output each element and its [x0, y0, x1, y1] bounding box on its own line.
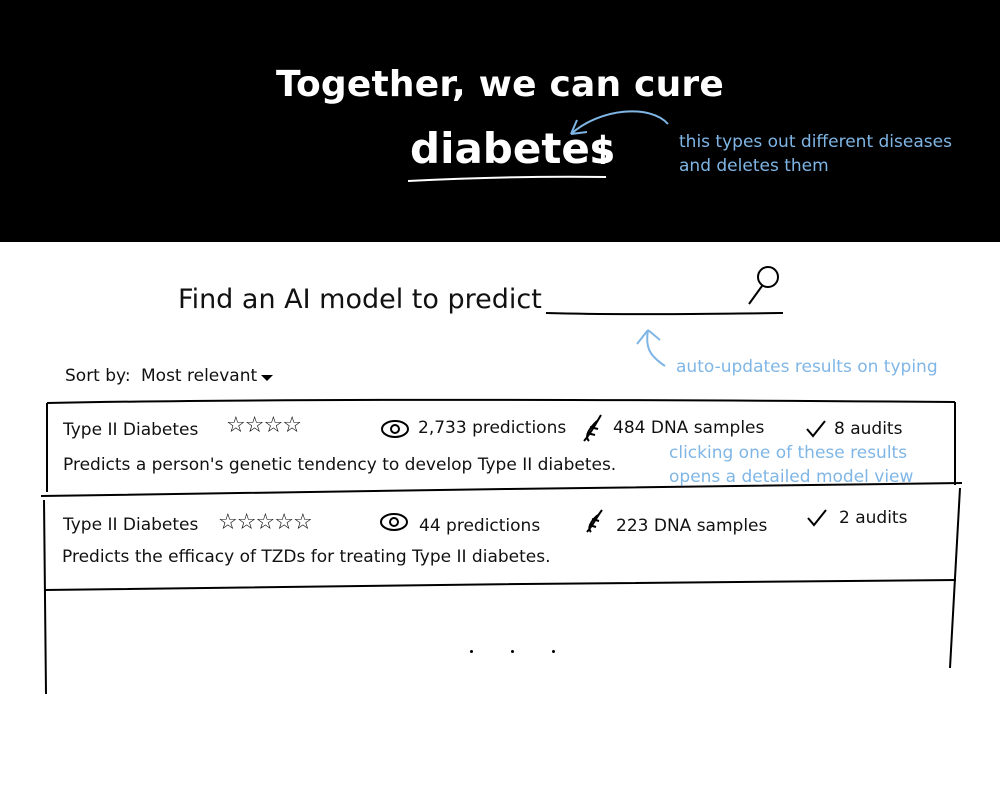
star-icon: ☆: [263, 413, 283, 438]
text-cursor-icon: I: [597, 128, 609, 174]
dot-icon: [470, 650, 473, 653]
result-title: Type II Diabetes: [63, 420, 199, 440]
star-icon: ☆: [274, 510, 294, 535]
dot-icon: [552, 650, 555, 653]
result-item[interactable]: Type II Diabetes ☆☆☆☆☆ 44 predictions 22…: [48, 498, 956, 584]
checkmark-icon: [807, 509, 827, 527]
star-icon: ☆: [218, 510, 238, 535]
dot-icon: [511, 650, 514, 653]
eye-icon: [381, 420, 409, 438]
star-icon: ☆: [226, 413, 246, 438]
loading-more-indicator: [470, 636, 593, 657]
star-icon: ☆: [255, 510, 275, 535]
star-icon: ☆: [244, 413, 265, 438]
result-description: Predicts a person's genetic tendency to …: [63, 455, 617, 475]
results-annotation: clicking one of these results opens a de…: [669, 443, 914, 487]
hero-headline: Together, we can cure: [276, 64, 724, 105]
dna-sample-count: 484 DNA samples: [613, 418, 765, 438]
sort-label: Sort by:: [65, 366, 131, 386]
hero-rotating-disease: diabetes: [410, 124, 615, 173]
prediction-count: 44 predictions: [419, 516, 541, 536]
dna-icon: [583, 414, 602, 442]
hero-banner: Together, we can cure diabetes I this ty…: [0, 0, 1000, 242]
search-label: Find an AI model to predict: [178, 284, 542, 315]
star-icon: ☆: [236, 510, 257, 535]
star-rating: ☆☆☆☆☆: [218, 510, 313, 535]
magnifier-icon[interactable]: [745, 264, 785, 308]
search-annotation: auto-updates results on typing: [676, 357, 938, 377]
dna-icon: [586, 509, 603, 533]
checkmark-icon: [806, 420, 826, 438]
eye-icon: [380, 513, 408, 531]
result-title: Type II Diabetes: [63, 515, 199, 535]
result-description: Predicts the efficacy of TZDs for treati…: [62, 547, 551, 567]
star-icon: ☆: [292, 510, 313, 535]
hero-word-underline: [407, 175, 607, 182]
dna-sample-count: 223 DNA samples: [616, 516, 768, 536]
prediction-count: 2,733 predictions: [418, 418, 567, 438]
audit-count: 2 audits: [839, 508, 908, 528]
hero-annotation: this types out different diseases and de…: [679, 132, 952, 176]
caret-down-icon[interactable]: [260, 373, 274, 383]
star-icon: ☆: [282, 413, 302, 438]
audit-count: 8 audits: [834, 419, 903, 439]
sort-selected-value[interactable]: Most relevant: [141, 366, 257, 386]
star-rating: ☆☆☆☆: [226, 413, 302, 438]
